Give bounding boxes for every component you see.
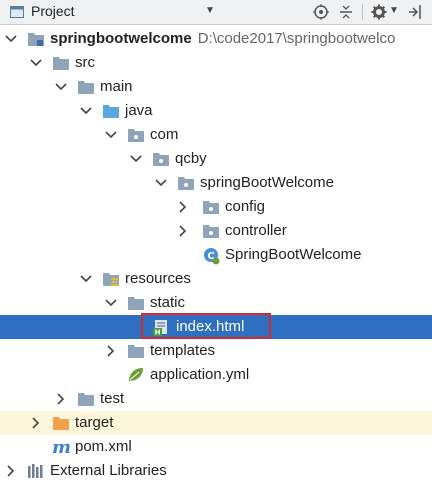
package-icon [127, 127, 145, 143]
tree-label-app-class: SpringBootWelcome [225, 246, 362, 263]
expand-arrow-icon[interactable] [29, 56, 43, 70]
module-folder-icon [27, 31, 45, 47]
svg-text:H: H [155, 329, 161, 337]
folder-icon [52, 55, 70, 71]
hide-icon[interactable] [406, 3, 424, 21]
folder-icon [127, 295, 145, 311]
tree-row-test[interactable]: test [0, 387, 432, 411]
tree-label-com: com [150, 126, 179, 143]
tree-label-static: static [150, 294, 186, 311]
tree-label-main: main [100, 78, 133, 95]
expand-arrow-icon[interactable] [104, 128, 118, 142]
tree-label-external-libraries: External Libraries [50, 462, 167, 479]
collapsed-arrow-icon[interactable] [104, 344, 118, 358]
expand-arrow-icon[interactable] [54, 80, 68, 94]
tree-label-application-yml: application.yml [150, 366, 250, 383]
tree-label-templates: templates [150, 342, 216, 359]
tree-row-pom-xml[interactable]: m pom.xml [0, 435, 432, 459]
locate-icon[interactable] [312, 3, 330, 21]
collapsed-arrow-icon[interactable] [29, 416, 43, 430]
collapse-all-icon[interactable] [337, 3, 355, 21]
tree-label-src: src [75, 54, 95, 71]
tree-label-index-html: index.html [176, 318, 245, 335]
collapsed-arrow-icon[interactable] [176, 224, 190, 238]
tree-row-project-root[interactable]: springbootwelcome D:\code2017\springbootw… [0, 27, 432, 51]
tree-label-package: springBootWelcome [200, 174, 334, 191]
settings-dropdown-icon[interactable]: ▼ [389, 5, 399, 16]
excluded-folder-icon [52, 415, 70, 431]
package-icon [202, 223, 220, 239]
library-icon [27, 463, 45, 479]
expand-arrow-icon[interactable] [154, 176, 168, 190]
folder-icon [127, 343, 145, 359]
spring-leaf-icon [127, 367, 145, 383]
tree-label-test: test [100, 390, 125, 407]
resources-folder-icon [102, 271, 120, 287]
tree-row-java[interactable]: java [0, 99, 432, 123]
tree-row-index-html[interactable]: H index.html [0, 315, 432, 339]
expand-arrow-icon[interactable] [104, 296, 118, 310]
tree-row-controller[interactable]: controller [0, 219, 432, 243]
toolbar-separator [362, 4, 363, 20]
expand-arrow-icon[interactable] [79, 272, 93, 286]
tree-row-springbootwelcome-package[interactable]: springBootWelcome [0, 171, 432, 195]
tree-row-config[interactable]: config [0, 195, 432, 219]
tree-label-pom-xml: pom.xml [75, 438, 132, 455]
tree-row-springbootwelcome-class[interactable]: C SpringBootWelcome [0, 243, 432, 267]
package-icon [152, 151, 170, 167]
html-file-icon: H [152, 319, 170, 337]
folder-icon [77, 391, 95, 407]
tree-row-external-libraries[interactable]: External Libraries [0, 459, 432, 483]
tree-row-target[interactable]: target [0, 411, 432, 435]
tree-label-resources: resources [125, 270, 191, 287]
dropdown-icon[interactable]: ▼ [205, 5, 215, 16]
collapsed-arrow-icon[interactable] [176, 200, 190, 214]
tree-label-target: target [75, 414, 114, 431]
source-folder-icon [102, 103, 120, 119]
expand-arrow-icon[interactable] [79, 104, 93, 118]
package-icon [202, 199, 220, 215]
project-view-icon [10, 5, 24, 18]
folder-icon [77, 79, 95, 95]
tree-row-qcby[interactable]: qcby [0, 147, 432, 171]
tree-row-src[interactable]: src [0, 51, 432, 75]
spring-boot-class-icon: C [202, 247, 220, 265]
tree-row-static[interactable]: static [0, 291, 432, 315]
project-view-title[interactable]: Project [31, 3, 75, 19]
tree-row-templates[interactable]: templates [0, 339, 432, 363]
project-path-text: D:\code2017\springbootwelco [197, 30, 396, 47]
tree-label-java: java [125, 102, 153, 119]
collapsed-arrow-icon[interactable] [4, 464, 18, 478]
maven-icon: m [52, 437, 72, 458]
settings-icon[interactable] [370, 3, 388, 21]
tree-row-main[interactable]: main [0, 75, 432, 99]
tree-label-root: springbootwelcome D:\code2017\springbootw… [50, 30, 396, 47]
tree-label-config: config [225, 198, 266, 215]
collapsed-arrow-icon[interactable] [54, 392, 68, 406]
tree-row-com[interactable]: com [0, 123, 432, 147]
package-icon [177, 175, 195, 191]
tree-row-resources[interactable]: resources [0, 267, 432, 291]
tree-label-controller: controller [225, 222, 287, 239]
expand-arrow-icon[interactable] [129, 152, 143, 166]
expand-arrow-icon[interactable] [4, 32, 18, 46]
project-toolbar: Project ▼ ▼ [0, 0, 432, 25]
tree-row-application-yml[interactable]: application.yml [0, 363, 432, 387]
tree-label-qcby: qcby [175, 150, 207, 167]
